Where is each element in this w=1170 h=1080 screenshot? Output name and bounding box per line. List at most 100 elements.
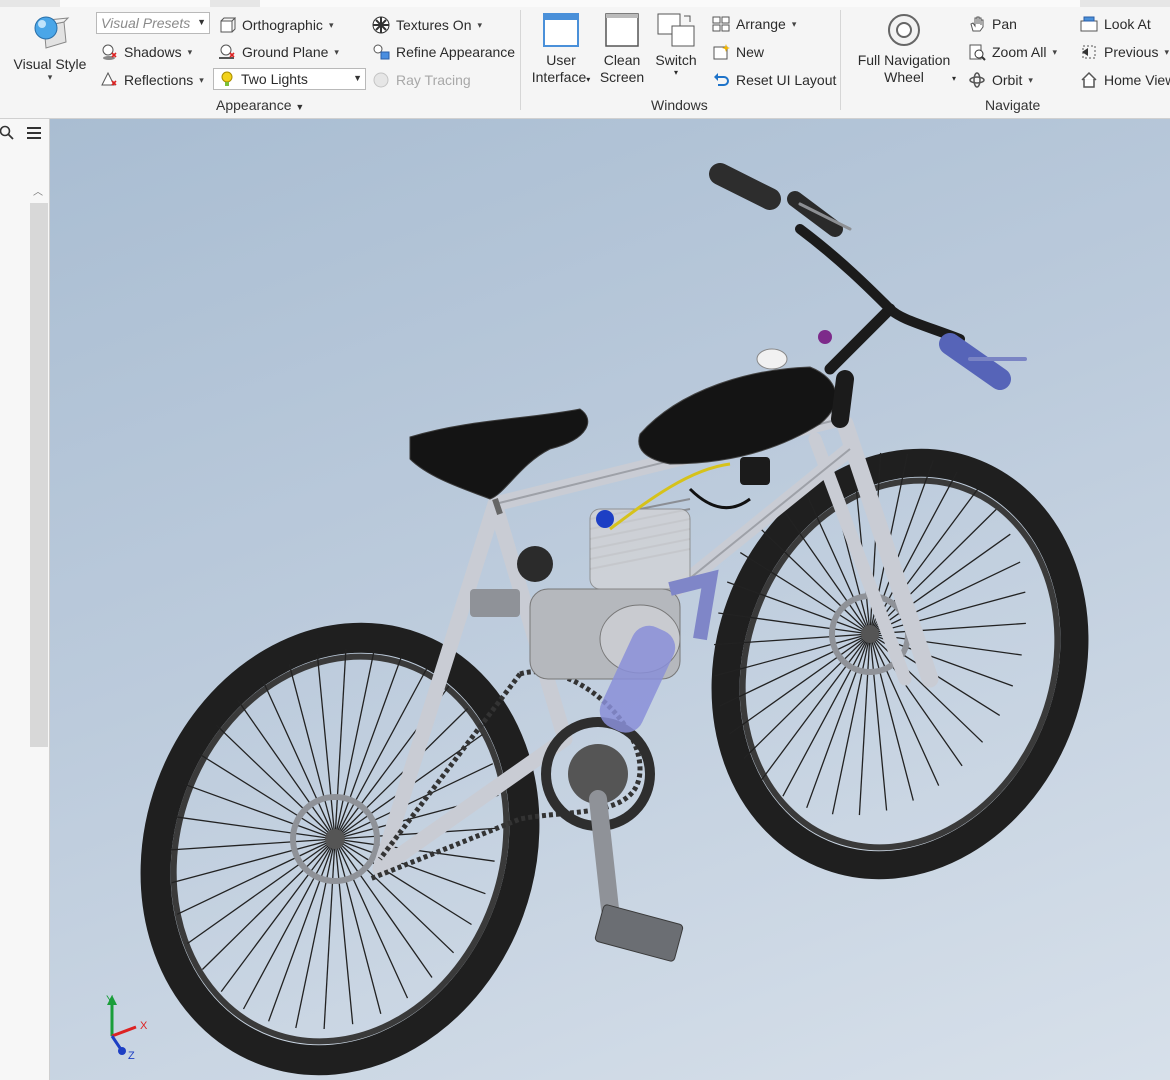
ignition-box	[740, 457, 770, 485]
wheel-spoke	[242, 838, 336, 1010]
home-icon	[1080, 71, 1098, 89]
textures-button[interactable]: Textures On ▾	[372, 16, 482, 34]
ribbon-tab-strip	[0, 0, 1170, 7]
visual-style-button[interactable]: Visual Style ▾	[10, 12, 90, 82]
reset-ui-layout-label: Reset UI Layout	[736, 72, 837, 88]
switch-label: Switch	[655, 52, 697, 68]
textures-label: Textures On	[396, 17, 472, 33]
browser-scrollbar[interactable]	[30, 203, 48, 747]
arrange-label: Arrange	[736, 16, 786, 32]
refine-appearance-button[interactable]: Refine Appearance	[372, 43, 515, 61]
wheel-spoke	[220, 838, 336, 992]
chevron-down-icon: ▼	[353, 73, 362, 83]
lighting-value: Two Lights	[241, 71, 308, 87]
motorized-bicycle-model[interactable]	[50, 119, 1170, 1080]
panel-divider	[840, 10, 841, 110]
visual-style-label: Visual Style	[13, 56, 87, 72]
ground-plane-label: Ground Plane	[242, 44, 329, 60]
spark-plug-cap	[596, 510, 614, 528]
reset-arrow-icon	[712, 71, 730, 89]
left-grip	[709, 163, 781, 210]
menu-icon[interactable]	[26, 125, 42, 141]
axis-z-label: Z	[128, 1050, 135, 1061]
full-navigation-wheel-button[interactable]: Full Navigation Wheel ▾	[850, 12, 958, 86]
shadows-label: Shadows	[124, 44, 182, 60]
wheel-spoke	[334, 838, 354, 1025]
wheel-spoke	[869, 591, 1026, 635]
sphere-cube-icon	[34, 16, 70, 49]
clean-screen-button[interactable]: Clean Screen	[596, 12, 648, 86]
wheel-spoke	[729, 633, 871, 735]
user-interface-label-2: Interface	[531, 69, 587, 85]
orthographic-label: Orthographic	[242, 17, 323, 33]
wheel-spoke	[777, 501, 871, 635]
chevron-down-icon: ▼	[295, 102, 305, 112]
pan-button[interactable]: Pan	[968, 15, 1017, 33]
search-icon[interactable]	[0, 125, 14, 141]
ray-tracing-icon	[372, 71, 390, 89]
user-interface-button[interactable]: User Interface▾	[530, 12, 592, 88]
reflections-icon	[100, 71, 118, 89]
reset-ui-layout-button[interactable]: Reset UI Layout	[712, 71, 836, 89]
lighting-combo[interactable]: Two Lights ▼	[213, 68, 366, 90]
look-at-button[interactable]: Look At	[1080, 15, 1151, 33]
new-window-button[interactable]: New	[712, 43, 764, 61]
look-at-label: Look At	[1104, 16, 1151, 32]
clean-screen-label-1: Clean	[603, 52, 641, 68]
shadows-button[interactable]: Shadows ▾	[100, 43, 192, 61]
orbit-button[interactable]: Orbit ▾	[968, 71, 1033, 89]
orbit-icon	[968, 71, 986, 89]
scroll-up-icon[interactable]: ︿	[33, 183, 43, 198]
carburetor	[517, 546, 553, 582]
switch-button[interactable]: Switch ▾	[652, 12, 700, 77]
fuel-tank[interactable]	[638, 348, 837, 465]
wheel-spoke	[187, 838, 336, 945]
reflections-button[interactable]: Reflections ▾	[100, 71, 204, 89]
windows-panel-title: Windows	[651, 97, 708, 113]
chevron-down-icon: ▾	[673, 68, 678, 77]
user-interface-label-1: User	[546, 52, 576, 68]
visual-presets-combo[interactable]: Visual Presets ▼	[96, 12, 210, 34]
orbit-label: Orbit	[992, 72, 1023, 88]
orthographic-cube-icon	[218, 16, 236, 34]
clean-screen-icon	[605, 13, 639, 47]
wheel-spoke	[237, 700, 336, 840]
graphics-viewport[interactable]: Y X Z	[50, 119, 1170, 1080]
axis-triad: Y X Z	[106, 994, 148, 1061]
crank-and-pedal[interactable]	[589, 790, 684, 962]
wheel-spoke	[782, 633, 871, 797]
chevron-down-icon: ▾	[951, 74, 956, 83]
wheel-spoke	[288, 664, 336, 840]
arrange-button[interactable]: Arrange ▾	[712, 15, 796, 33]
arrange-icon	[712, 15, 730, 33]
ground-plane-icon	[218, 43, 236, 61]
panel-divider	[520, 10, 521, 110]
home-view-button[interactable]: Home View	[1080, 71, 1170, 89]
zoom-all-icon	[968, 43, 986, 61]
full-navigation-label-2: Wheel	[884, 69, 924, 85]
wheel-spoke	[201, 838, 336, 970]
look-at-icon	[1080, 15, 1098, 33]
chevron-down-icon: ▾	[47, 72, 53, 82]
lightbulb-icon	[220, 71, 236, 87]
switch-windows-icon	[657, 13, 695, 47]
ray-tracing-label: Ray Tracing	[396, 72, 471, 88]
wheel-spoke	[170, 838, 336, 851]
navigation-wheel-icon	[888, 14, 920, 46]
previous-view-label: Previous	[1104, 44, 1159, 60]
refine-appearance-icon	[372, 43, 390, 61]
chevron-down-icon: ▼	[197, 17, 206, 27]
orthographic-button[interactable]: Orthographic ▾	[218, 16, 333, 34]
navigate-panel-title: Navigate	[985, 97, 1041, 113]
zoom-all-label: Zoom All	[992, 44, 1047, 60]
reflections-label: Reflections	[124, 72, 194, 88]
new-window-label: New	[736, 44, 765, 60]
axis-y-label: Y	[106, 994, 114, 1006]
rear-wheel[interactable]	[97, 585, 582, 1080]
appearance-panel-title[interactable]: Appearance ▼	[216, 97, 304, 113]
zoom-all-button[interactable]: Zoom All ▾	[968, 43, 1057, 61]
user-interface-icon	[543, 13, 579, 47]
ray-tracing-button[interactable]: Ray Tracing	[372, 71, 471, 89]
ground-plane-button[interactable]: Ground Plane ▾	[218, 43, 339, 61]
previous-view-button[interactable]: Previous ▾	[1080, 43, 1169, 61]
